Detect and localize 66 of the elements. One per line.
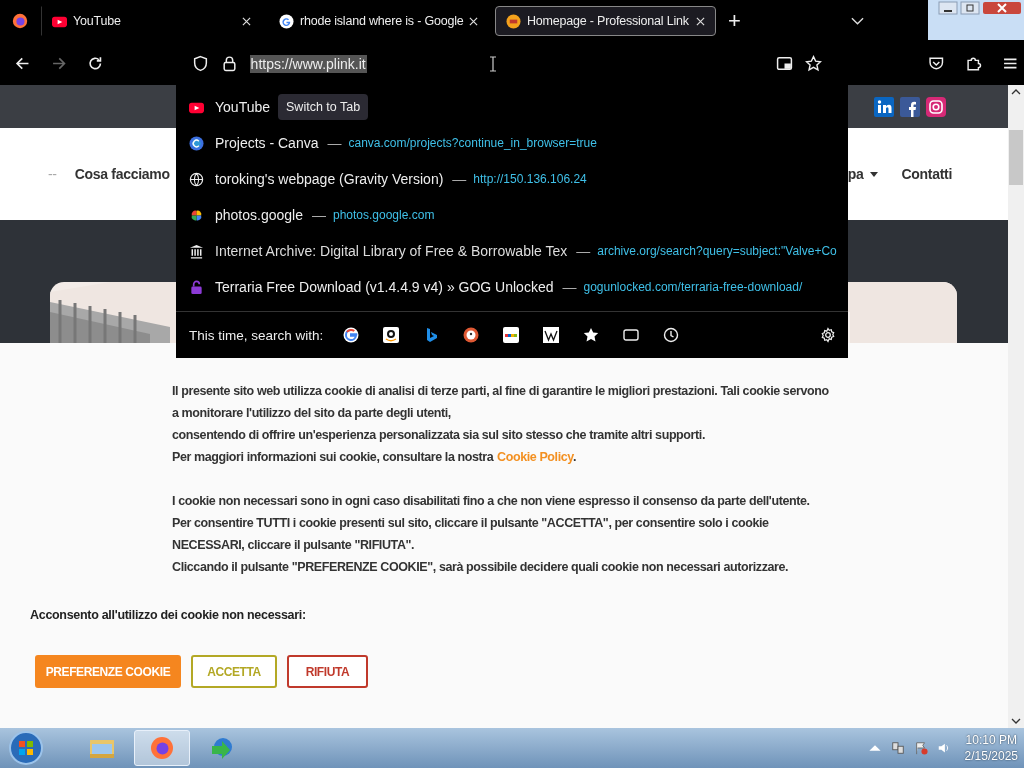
- url-text[interactable]: https://www.plink.it: [249, 54, 367, 73]
- logo-icon: [506, 13, 521, 29]
- canva-icon: [189, 135, 204, 151]
- building-icon: [189, 243, 204, 259]
- instagram-icon[interactable]: [926, 96, 946, 117]
- close-icon[interactable]: [696, 16, 705, 26]
- shield-icon[interactable]: [191, 55, 209, 72]
- close-icon[interactable]: [242, 16, 251, 26]
- nav-link[interactable]: Contatti: [901, 166, 952, 182]
- switch-tab-button[interactable]: Switch to Tab: [278, 94, 369, 120]
- reload-icon[interactable]: [87, 55, 104, 72]
- taskbar-app[interactable]: [134, 730, 190, 766]
- suggestion-item[interactable]: Projects - Canva — canva.com/projects?continue_in_browser=true: [176, 125, 848, 161]
- suggestion-item[interactable]: Internet Archive: Digital Library of Free & Borrowable Tex — archive.org/search?query=subject:"Valve+Co: [176, 233, 848, 269]
- network-icon[interactable]: [890, 741, 905, 755]
- scroll-down-icon[interactable]: [1011, 718, 1021, 724]
- suggestion-item[interactable]: photos.google — photos.google.com: [176, 197, 848, 233]
- new-tab-button[interactable]: +: [728, 10, 741, 32]
- tab-icon[interactable]: [623, 327, 640, 343]
- cookie-text: Per maggiori informazioni sui cookie, consultare la nostra Cookie Policy.: [172, 449, 577, 466]
- pocket-icon[interactable]: [928, 55, 945, 72]
- browser-tab[interactable]: YouTube: [41, 6, 262, 36]
- lock-icon[interactable]: [220, 55, 238, 72]
- cookie-text: Cliccando il pulsante "PREFERENZE COOKIE", sarà possibile decidere quali cookie non necessari autorizzare.: [172, 559, 790, 576]
- puzzle-icon[interactable]: [965, 55, 982, 72]
- globe-icon: [189, 171, 204, 187]
- padlock-icon: [189, 279, 204, 295]
- screen-icon[interactable]: [776, 55, 794, 72]
- caret-icon: [869, 171, 878, 177]
- scroll-up-icon[interactable]: [1011, 89, 1021, 95]
- suggestion-item[interactable]: Terraria Free Download (v1.4.4.9 v4) » GOG Unlocked — gogunlocked.com/terraria-free-download/: [176, 269, 848, 305]
- google-icon[interactable]: [343, 327, 360, 343]
- browser-tab[interactable]: Homepage - Professional Link: [495, 6, 716, 36]
- minimize-icon[interactable]: [938, 1, 958, 15]
- suggestion-item[interactable]: toroking's webpage (Gravity Version) — http://150.136.106.24: [176, 161, 848, 197]
- cookie-text: I cookie non necessari sono in ogni caso disabilitati fino a che non viene espresso il consenso da parte dell'utente.: [172, 493, 811, 510]
- cookie-text: consentendo di offrire un'esperienza personalizzata sia sul sito stesso che tramite altri supporti.: [172, 427, 706, 444]
- firefox-icon: [148, 736, 176, 760]
- amazon-icon[interactable]: [383, 327, 400, 343]
- wikipedia-icon[interactable]: [543, 327, 560, 343]
- star-icon[interactable]: [805, 55, 823, 72]
- flag-icon[interactable]: [913, 741, 928, 755]
- google-icon: [279, 13, 294, 29]
- settings-icon[interactable]: [820, 327, 836, 343]
- browser-tab[interactable]: rhode island where is - Google: [268, 6, 489, 36]
- firefox-icon[interactable]: [11, 12, 29, 30]
- chevron-down-icon[interactable]: [850, 17, 864, 25]
- ebay-icon[interactable]: [503, 327, 520, 343]
- text-cursor-icon: [488, 55, 497, 72]
- start-button[interactable]: [8, 730, 44, 766]
- star-icon[interactable]: [583, 327, 600, 343]
- clock-icon[interactable]: [663, 327, 680, 343]
- nav-link[interactable]: pa: [847, 166, 878, 182]
- reject-button[interactable]: RIFIUTA: [287, 655, 368, 688]
- consent-label: Acconsento all'utilizzo dei cookie non necessari:: [30, 608, 307, 622]
- search-with-label: This time, search with:: [189, 327, 324, 343]
- forward-icon[interactable]: [50, 55, 68, 72]
- facebook-icon[interactable]: [900, 96, 920, 117]
- duck-icon[interactable]: [463, 327, 480, 343]
- cookie-text: Per consentire TUTTI i cookie presenti sul sito, cliccare il pulsante "ACCETTA", per consentire solo i cookie NECESSARI, cliccare il pulsante "RIFIUTA".: [172, 515, 770, 554]
- close-icon[interactable]: [469, 16, 478, 26]
- scrollbar[interactable]: [1008, 85, 1024, 728]
- scroll-thumb[interactable]: [1009, 130, 1023, 185]
- linkedin-icon[interactable]: [874, 96, 894, 117]
- back-icon[interactable]: [14, 55, 31, 72]
- speaker-icon[interactable]: [936, 741, 951, 755]
